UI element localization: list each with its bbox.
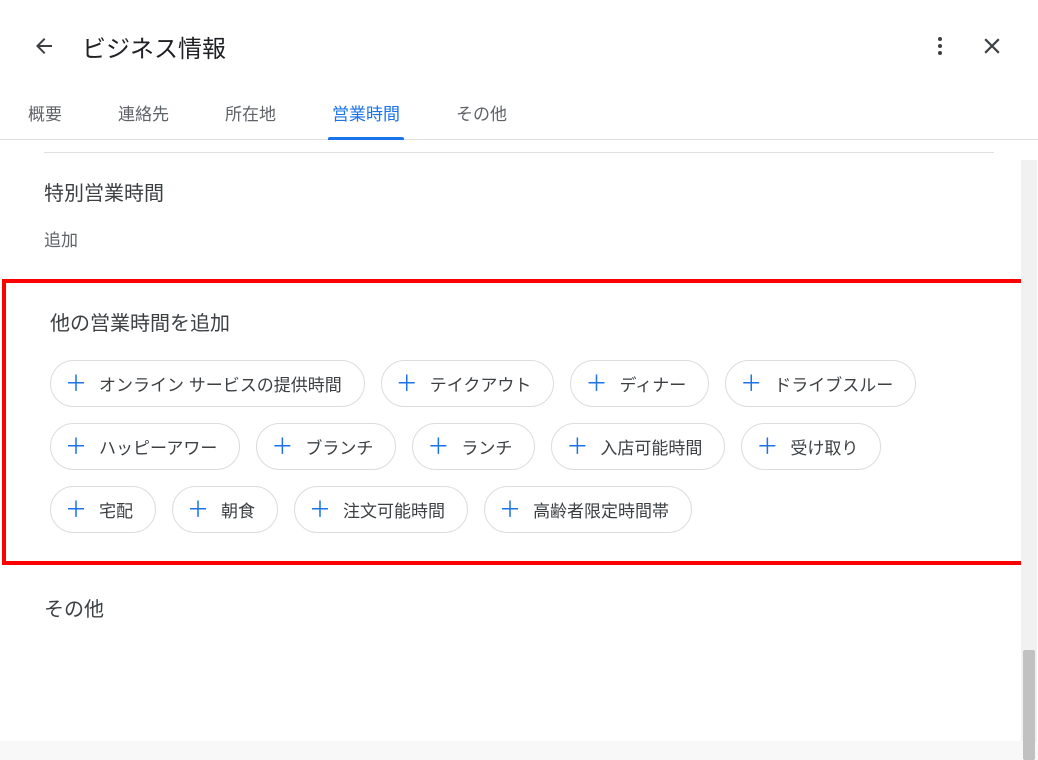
chip-happy-hour[interactable]: ＋ ハッピーアワー: [50, 423, 240, 470]
business-info-dialog: ビジネス情報 概要 連絡先 所在地 営業時間 その他 特別営業時間 追加 他の営…: [0, 0, 1038, 741]
plus-icon: ＋: [65, 436, 87, 458]
chip-label: テイクアウト: [430, 371, 532, 396]
chip-dinner[interactable]: ＋ ディナー: [570, 360, 709, 407]
tab-other[interactable]: その他: [452, 88, 511, 139]
plus-icon: ＋: [396, 373, 418, 395]
plus-icon: ＋: [65, 373, 87, 395]
chip-senior-hours[interactable]: ＋ 高齢者限定時間帯: [484, 486, 692, 533]
chip-pickup[interactable]: ＋ 受け取り: [741, 423, 881, 470]
close-button[interactable]: [970, 24, 1014, 68]
next-section-peek: その他: [0, 565, 1038, 622]
chip-order-hours[interactable]: ＋ 注文可能時間: [294, 486, 468, 533]
plus-icon: ＋: [585, 373, 607, 395]
content-area: 特別営業時間 追加 他の営業時間を追加 ＋ オンライン サービスの提供時間 ＋ テイ…: [0, 140, 1038, 741]
chip-drive-through[interactable]: ＋ ドライブスルー: [725, 360, 916, 407]
chip-label: ハッピーアワー: [99, 434, 217, 459]
more-hours-section: 他の営業時間を追加 ＋ オンライン サービスの提供時間 ＋ テイクアウト ＋ ディナー…: [6, 283, 1032, 561]
dialog-header: ビジネス情報: [0, 0, 1038, 88]
tabs: 概要 連絡先 所在地 営業時間 その他: [0, 88, 1038, 140]
close-icon: [979, 33, 1005, 59]
plus-icon: ＋: [427, 436, 449, 458]
header-actions: [918, 24, 1014, 68]
more-options-button[interactable]: [918, 24, 962, 68]
chip-label: 宅配: [99, 497, 133, 522]
arrow-left-icon: [32, 34, 56, 58]
chip-online-service-hours[interactable]: ＋ オンライン サービスの提供時間: [50, 360, 365, 407]
chip-label: 高齢者限定時間帯: [533, 497, 669, 522]
chip-label: 朝食: [221, 497, 255, 522]
tab-hours[interactable]: 営業時間: [328, 88, 404, 139]
chip-lunch[interactable]: ＋ ランチ: [412, 423, 535, 470]
chip-label: 注文可能時間: [343, 497, 445, 522]
tab-contact[interactable]: 連絡先: [114, 88, 173, 139]
scrollbar-thumb[interactable]: [1023, 650, 1035, 760]
chip-label: 受け取り: [790, 434, 858, 459]
plus-icon: ＋: [271, 436, 293, 458]
chip-label: ディナー: [619, 371, 686, 396]
chip-brunch[interactable]: ＋ ブランチ: [256, 423, 396, 470]
plus-icon: ＋: [65, 499, 87, 521]
tab-overview[interactable]: 概要: [24, 88, 66, 139]
plus-icon: ＋: [187, 499, 209, 521]
chip-breakfast[interactable]: ＋ 朝食: [172, 486, 278, 533]
hours-chip-group: ＋オンライン サービスの提供時間 ＋テイクアウト ＋ディナー ＋ドライブスルー …: [50, 360, 988, 533]
chip-delivery[interactable]: ＋ 宅配: [50, 486, 156, 533]
back-button[interactable]: [24, 26, 64, 66]
more-vert-icon: [928, 34, 952, 58]
tab-location[interactable]: 所在地: [221, 88, 280, 139]
plus-icon: ＋: [499, 499, 521, 521]
add-special-hours-link[interactable]: 追加: [44, 226, 994, 251]
more-hours-highlight: 他の営業時間を追加 ＋ オンライン サービスの提供時間 ＋ テイクアウト ＋ ディナー…: [2, 279, 1036, 565]
special-hours-title: 特別営業時間: [44, 177, 994, 206]
chip-label: ブランチ: [305, 434, 373, 459]
chip-label: 入店可能時間: [600, 434, 702, 459]
chip-label: ドライブスルー: [774, 371, 893, 396]
more-hours-title: 他の営業時間を追加: [50, 307, 988, 336]
scrollbar-track[interactable]: [1021, 160, 1037, 741]
dialog-title: ビジネス情報: [82, 29, 918, 64]
chip-access-hours[interactable]: ＋ 入店可能時間: [551, 423, 725, 470]
plus-icon: ＋: [309, 499, 331, 521]
plus-icon: ＋: [740, 373, 762, 395]
chip-takeout[interactable]: ＋ テイクアウト: [381, 360, 555, 407]
plus-icon: ＋: [756, 436, 778, 458]
chip-label: オンライン サービスの提供時間: [99, 371, 342, 396]
plus-icon: ＋: [566, 436, 588, 458]
special-hours-section: 特別営業時間 追加: [0, 153, 1038, 279]
chip-label: ランチ: [461, 434, 512, 459]
